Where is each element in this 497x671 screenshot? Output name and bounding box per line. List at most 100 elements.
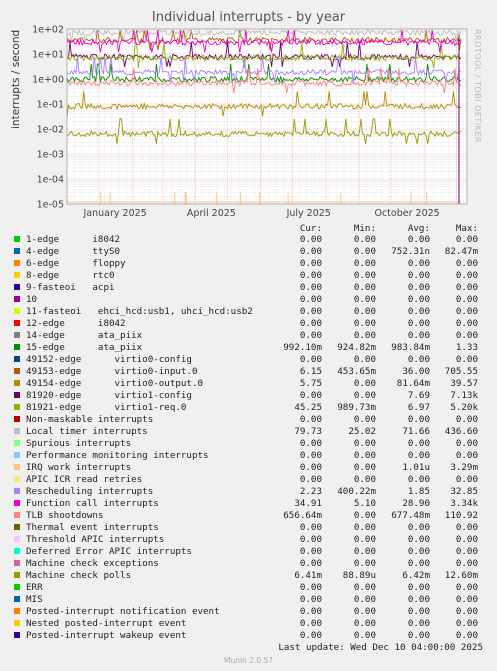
col-min-header: Min: [353,223,376,234]
legend-cur-value: 79.73 [294,426,322,437]
legend-label: 14-edge ata_piix [26,330,143,341]
legend-swatch [14,536,20,542]
legend-swatch [14,524,20,530]
last-update: Last update: Wed Dec 10 04:00:00 2025 [278,642,483,653]
legend-swatch [14,368,20,374]
legend-min-value: 0.00 [353,378,376,389]
legend-cur-value: 0.00 [299,234,322,245]
legend-cur-value: 6.41m [294,570,322,581]
legend-item: 9-fasteoi acpi 0.00 0.00 0.00 0.00 [0,282,497,294]
legend-swatch [14,320,20,326]
legend-label: IRQ work interrupts [26,462,132,473]
legend-cur-value: 0.00 [299,450,322,461]
legend-max-value: 0.00 [455,330,478,341]
legend-label: 6-edge floppy [26,258,126,269]
legend-swatch [14,596,20,602]
legend-min-value: 88.89u [342,570,376,581]
legend-cur-value: 0.00 [299,270,322,281]
legend-min-value: 0.00 [353,294,376,305]
legend-max-value: 0.00 [455,282,478,293]
legend-min-value: 0.00 [353,462,376,473]
legend-min-value: 0.00 [353,582,376,593]
legend-min-value: 5.10 [353,498,376,509]
legend-item: Local timer interrupts 79.73 25.02 71.66 436… [0,426,497,438]
y-tick-labels: 1e+02 1e+01 1e+00 1e-01 1e-02 1e-03 1e-04 1e-05 [32,25,64,211]
legend-min-value: 0.00 [353,558,376,569]
legend-swatch [14,560,20,566]
legend-max-value: 0.00 [455,630,478,641]
legend-item: 11-fasteoi ehci_hcd:usb1, uhci_hcd:usb2 0… [0,306,497,318]
legend-swatch [14,356,20,362]
legend-cur-value: 0.00 [299,474,322,485]
legend-cur-value: 0.00 [299,606,322,617]
legend-swatch [14,236,20,242]
legend-min-value: 0.00 [353,630,376,641]
legend-max-value: 0.00 [455,234,478,245]
legend-label: Thermal event interrupts [26,522,159,533]
legend-swatch [14,248,20,254]
legend-item: 4-edge ttyS0 0.00 0.00 752.31n 82.47m [0,246,497,258]
legend-label: Local timer interrupts [26,426,148,437]
legend-label: Posted-interrupt notification event [26,606,220,617]
legend-min-value: 0.00 [353,414,376,425]
legend-cur-value: 0.00 [299,282,322,293]
legend-swatch [14,284,20,290]
y-tick-label: 1e-01 [37,100,64,111]
legend-swatch [14,296,20,302]
legend-item: Function call interrupts 34.91 5.10 28.90 3.… [0,498,497,510]
legend-label: Machine check exceptions [26,558,159,569]
legend-label: 9-fasteoi acpi [26,282,115,293]
legend-max-value: 110.92 [444,510,478,521]
legend-max-value: 0.00 [455,618,478,629]
legend-item: Nested posted-interrupt event 0.00 0.00 0.0… [0,618,497,630]
legend-max-value: 705.55 [444,366,478,377]
legend-max-value: 0.00 [455,414,478,425]
legend-item: IRQ work interrupts 0.00 0.00 1.01u 3.29m [0,462,497,474]
legend-label: Deferred Error APIC interrupts [26,546,192,557]
legend-max-value: 0.00 [455,318,478,329]
legend-min-value: 453.65m [337,366,376,377]
legend-max-value: 0.00 [455,546,478,557]
legend-cur-value: 0.00 [299,438,322,449]
legend-max-value: 0.00 [455,450,478,461]
legend-min-value: 0.00 [353,306,376,317]
legend-cur-value: 34.91 [294,498,322,509]
legend-label: Function call interrupts [26,498,159,509]
legend-swatch [14,464,20,470]
legend-swatch [14,608,20,614]
legend-label: 15-edge ata_piix [26,342,143,353]
legend-swatch [14,512,20,518]
y-tick-label: 1e+01 [32,50,64,61]
legend-cur-value: 0.00 [299,582,322,593]
legend-label: 8-edge rtc0 [26,270,115,281]
legend-max-value: 3.29m [450,462,478,473]
col-max-header: Max: [455,223,478,234]
legend-cur-value: 0.00 [299,354,322,365]
legend-cur-value: 0.00 [299,258,322,269]
legend-label: Performance monitoring interrupts [26,450,209,461]
legend-min-value: 0.00 [353,270,376,281]
legend-cur-value: 0.00 [299,630,322,641]
legend-item: 81921-edge virtio1-req.0 45.25 989.73m 6.97… [0,402,497,414]
legend-max-value: 39.57 [450,378,478,389]
legend-swatch [14,452,20,458]
legend-label: 49154-edge virtio0-output.0 [26,378,204,389]
legend-label: Machine check polls [26,570,132,581]
x-tick-label: July 2025 [286,208,331,219]
legend-item: 8-edge rtc0 0.00 0.00 0.00 0.00 [0,270,497,282]
legend-item: Performance monitoring interrupts 0.00 0.0… [0,450,497,462]
legend-max-value: 3.34k [450,498,478,509]
legend-swatch [14,428,20,434]
legend-cur-value: 0.00 [299,546,322,557]
legend-max-value: 12.60m [444,570,478,581]
legend-item: Machine check exceptions 0.00 0.00 0.00 0.00 [0,558,497,570]
legend-min-value: 0.00 [353,258,376,269]
legend-max-value: 436.60 [444,426,478,437]
legend-label: 4-edge ttyS0 [26,246,121,257]
legend-cur-value: 0.00 [299,594,322,605]
legend-max-value: 32.85 [450,486,478,497]
legend-swatch [14,416,20,422]
legend-swatch [14,440,20,446]
legend-cur-value: 0.00 [299,390,322,401]
legend-max-value: 82.47m [444,246,478,257]
